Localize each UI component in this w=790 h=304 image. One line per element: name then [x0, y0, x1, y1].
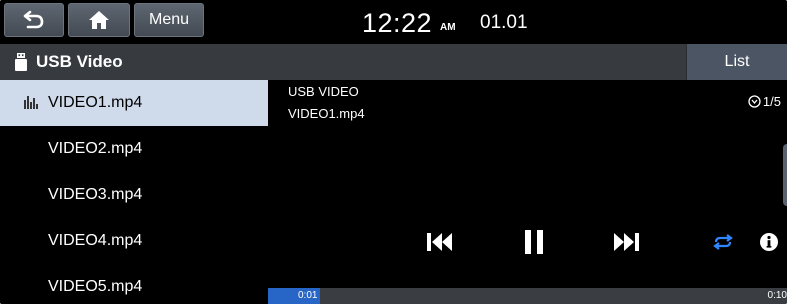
clock-ampm: AM — [440, 22, 456, 33]
playlist-item-video1[interactable]: VIDEO1.mp4 — [0, 80, 268, 126]
usb-icon — [15, 53, 27, 71]
source-label: USB VIDEO — [288, 84, 359, 99]
playlist-item-label: VIDEO3.mp4 — [48, 186, 143, 203]
screen: Menu 12:22 AM 01.01 USB Video List VIDEO… — [0, 0, 787, 304]
clock-time: 12:22 — [362, 8, 433, 38]
playlist: VIDEO1.mp4 VIDEO2.mp4 VIDEO3.mp4 VIDEO4.… — [0, 80, 268, 304]
home-icon — [89, 11, 109, 29]
clock-date: 01.01 — [480, 12, 528, 33]
track-counter-icon — [748, 95, 761, 108]
header-bar: Menu 12:22 AM 01.01 — [0, 0, 787, 44]
file-name-label: VIDEO1.mp4 — [288, 106, 365, 121]
playlist-item-label: VIDEO4.mp4 — [48, 232, 143, 249]
back-button[interactable] — [4, 3, 64, 37]
repeat-button[interactable] — [708, 226, 738, 258]
page-title: USB Video — [36, 52, 123, 71]
playlist-item-video3[interactable]: VIDEO3.mp4 — [0, 172, 268, 218]
track-counter: 1/5 — [748, 94, 781, 109]
info-icon — [760, 233, 778, 251]
pause-button[interactable] — [514, 226, 554, 258]
equalizer-icon — [24, 96, 38, 109]
total-time: 0:10 — [767, 290, 787, 301]
skip-next-icon — [614, 233, 639, 251]
playlist-item-label: VIDEO2.mp4 — [48, 140, 143, 157]
progress-bar[interactable]: 0:01 0:10 — [268, 288, 787, 304]
playlist-item-video2[interactable]: VIDEO2.mp4 — [0, 126, 268, 172]
repeat-icon — [713, 234, 733, 250]
home-button[interactable] — [68, 3, 130, 37]
menu-button[interactable]: Menu — [134, 3, 204, 37]
playlist-item-label: VIDEO5.mp4 — [48, 278, 143, 295]
back-arrow-icon — [23, 10, 44, 29]
pause-icon — [525, 230, 543, 254]
current-time: 0:01 — [298, 290, 318, 301]
next-button[interactable] — [606, 226, 646, 258]
previous-button[interactable] — [420, 226, 460, 258]
side-panel-handle[interactable] — [783, 144, 787, 206]
title-bar: USB Video — [0, 44, 787, 80]
video-player[interactable]: USB VIDEO VIDEO1.mp4 1/5 — [268, 80, 787, 288]
playlist-item-video5[interactable]: VIDEO5.mp4 — [0, 264, 268, 304]
list-button[interactable]: List — [686, 44, 787, 80]
skip-previous-icon — [427, 233, 452, 251]
track-counter-text: 1/5 — [762, 94, 781, 109]
info-button[interactable] — [754, 226, 784, 258]
playlist-item-label: VIDEO1.mp4 — [48, 94, 143, 111]
playlist-item-video4[interactable]: VIDEO4.mp4 — [0, 218, 268, 264]
